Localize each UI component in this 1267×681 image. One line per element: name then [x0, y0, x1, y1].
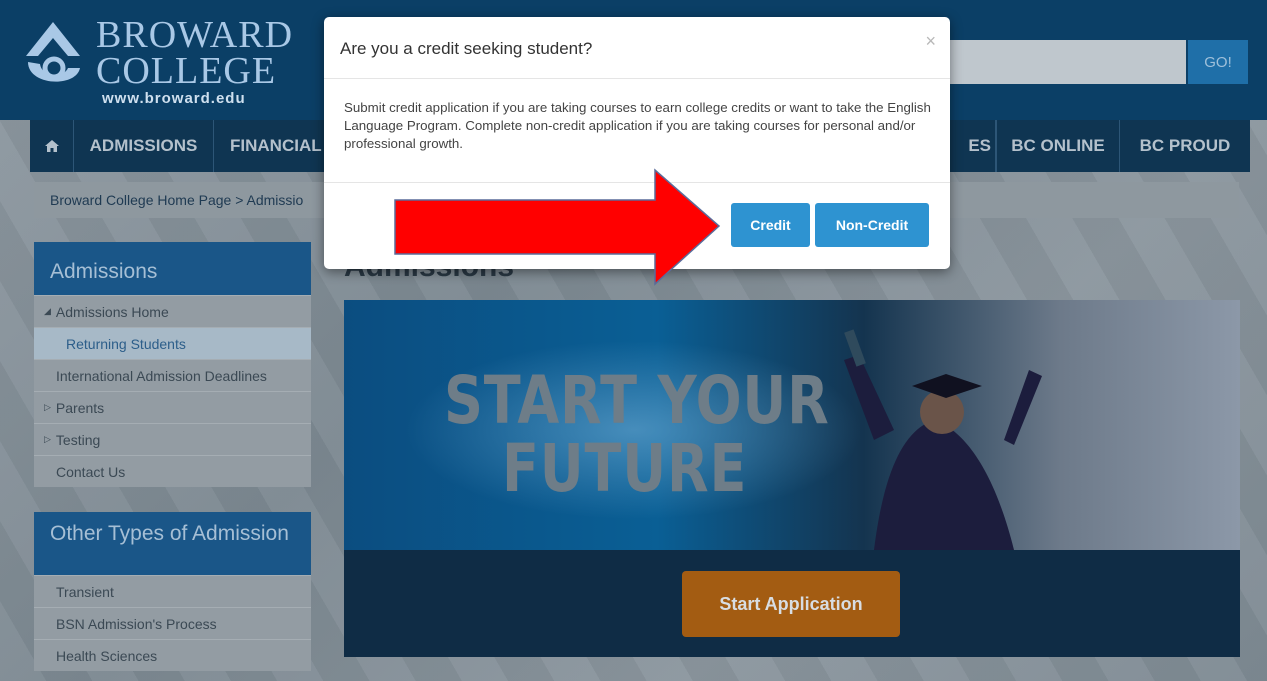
red-arrow-annotation [394, 168, 721, 286]
expanded-triangle-icon: ◢ [44, 306, 51, 316]
sidebar-item-label: Health Sciences [56, 647, 158, 664]
modal-title: Are you a credit seeking student? [340, 39, 593, 58]
nav-es[interactable]: ES [968, 120, 996, 172]
start-application-button[interactable]: Start Application [682, 571, 900, 637]
sidebar-item-returning-students[interactable]: Returning Students [34, 327, 311, 359]
close-icon[interactable]: × [925, 31, 936, 52]
nav-financial[interactable]: FINANCIAL [214, 120, 334, 172]
credit-button[interactable]: Credit [731, 203, 810, 247]
nav-home[interactable] [30, 120, 74, 172]
college-emblem-icon [26, 22, 80, 82]
sidebar-item-label: International Admission Deadlines [56, 367, 267, 384]
hero-text-future: FUTURE [502, 430, 748, 507]
sidebar-other-admission: Other Types of Admission Transient BSN A… [34, 512, 311, 671]
collapsed-triangle-icon: ▷ [44, 434, 51, 444]
sidebar-item-label: Transient [56, 583, 114, 600]
sidebar-item-label: Parents [55, 399, 105, 416]
search-go-button[interactable]: GO! [1188, 40, 1248, 84]
nav-bc-online[interactable]: BC ONLINE [996, 120, 1120, 172]
sidebar-item-label: Contact Us [56, 463, 126, 480]
sidebar-item-label: Testing [55, 431, 101, 448]
home-icon [44, 140, 59, 152]
sidebar-item-transient[interactable]: Transient [34, 575, 311, 607]
sidebar-item-label: BSN Admission's Process [56, 615, 217, 632]
non-credit-button[interactable]: Non-Credit [815, 203, 929, 247]
collapsed-triangle-icon: ▷ [44, 402, 51, 412]
logo-url: www.broward.edu [102, 90, 246, 107]
sidebar-item-label: Admissions Home [55, 303, 169, 320]
sidebar-item-testing[interactable]: ▷ Testing [34, 423, 311, 455]
hero-text-start-your: START YOUR [444, 362, 830, 439]
sidebar-item-admissions-home[interactable]: ◢ Admissions Home [34, 295, 311, 327]
sidebar-item-parents[interactable]: ▷ Parents [34, 391, 311, 423]
graduate-photo [844, 329, 1042, 550]
logo-text-college: COLLEGE [96, 50, 277, 92]
nav-bc-proud[interactable]: BC PROUD [1120, 120, 1250, 172]
sidebar-item-contact-us[interactable]: Contact Us [34, 455, 311, 487]
nav-admissions[interactable]: ADMISSIONS [74, 120, 214, 172]
search-input[interactable] [940, 40, 1186, 84]
sidebar-item-health-sciences[interactable]: Health Sciences [34, 639, 311, 671]
broward-college-logo[interactable]: BROWARD COLLEGE www.broward.edu [18, 6, 292, 110]
sidebar-admissions: Admissions ◢ Admissions Home Returning S… [34, 242, 311, 487]
sidebar-item-label: Returning Students [66, 335, 186, 352]
hero-banner[interactable]: START YOUR FUTURE [344, 300, 1240, 550]
logo-text-broward: BROWARD [96, 14, 294, 56]
sidebar-admissions-title: Admissions [34, 242, 311, 295]
sidebar-other-title: Other Types of Admission [34, 512, 311, 575]
modal-header: Are you a credit seeking student? × [324, 17, 950, 79]
sidebar-item-bsn-process[interactable]: BSN Admission's Process [34, 607, 311, 639]
sidebar-item-international-deadlines[interactable]: International Admission Deadlines [34, 359, 311, 391]
